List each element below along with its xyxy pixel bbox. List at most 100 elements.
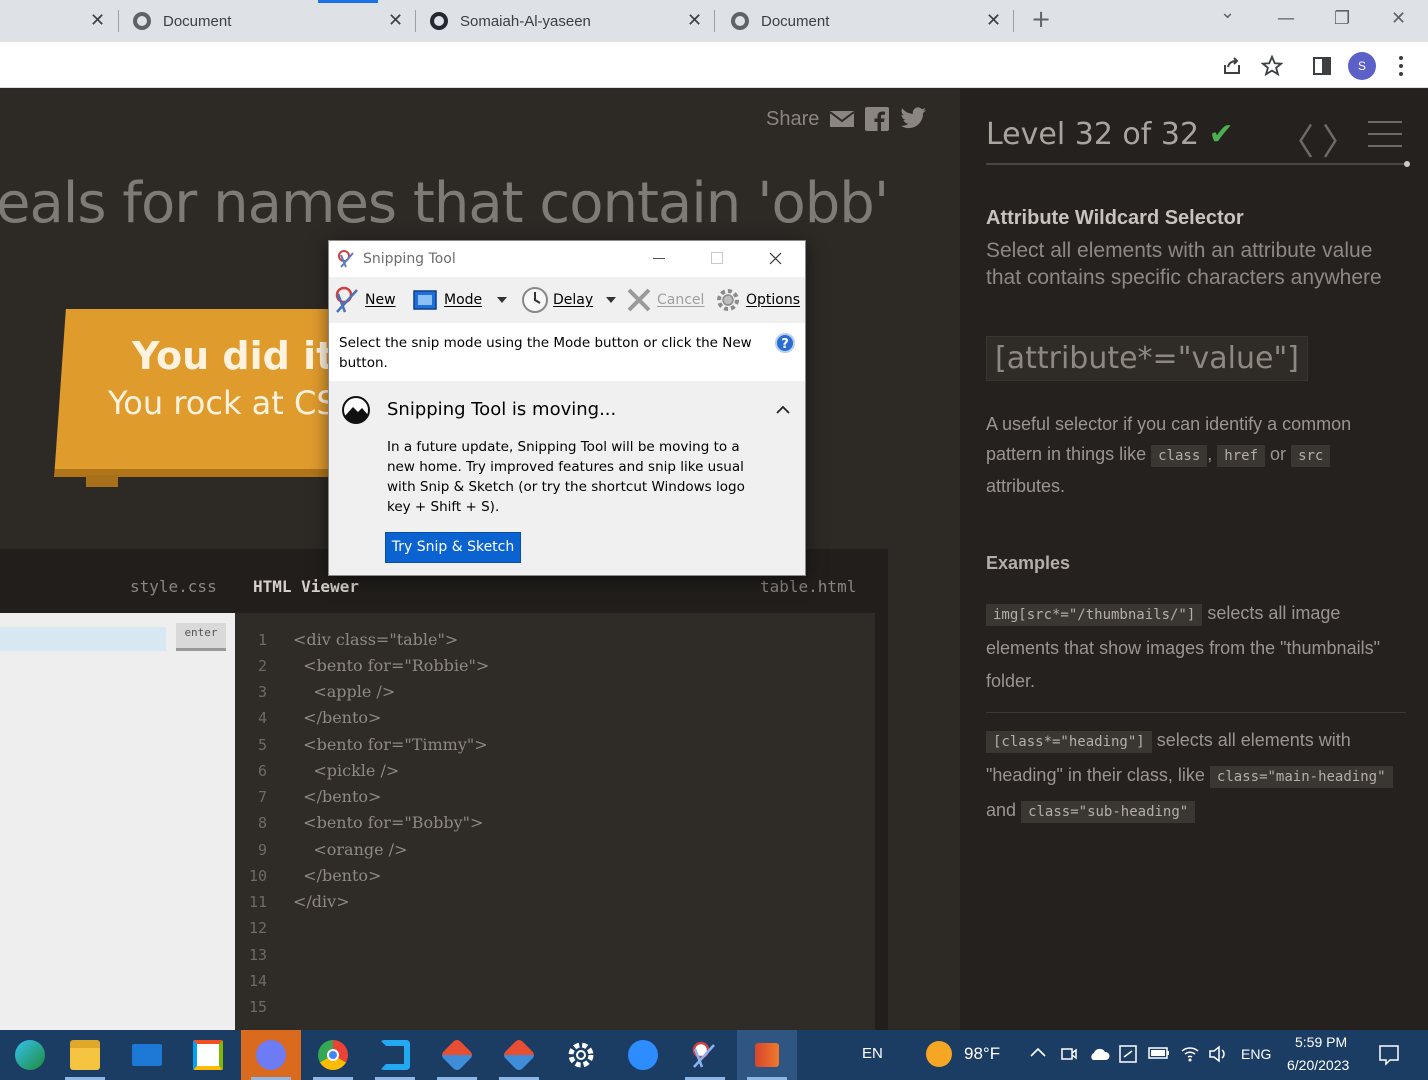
tab-close-icon[interactable]: ✕	[90, 10, 105, 31]
tab-table-html: table.html	[760, 577, 857, 596]
clock-icon	[522, 287, 548, 313]
enter-button[interactable]: enter	[176, 623, 226, 651]
banner-leg	[86, 475, 118, 487]
selector-syntax: [attribute*="value"]	[986, 336, 1308, 381]
minimize-button[interactable]: —	[1277, 8, 1295, 29]
tab-document-1[interactable]: Document	[133, 0, 231, 42]
input-indicator[interactable]: EN	[862, 1045, 883, 1062]
mail-icon[interactable]	[829, 109, 855, 129]
sidebar-icon[interactable]	[1312, 56, 1332, 76]
example-2: [class*="heading"] selects all elements …	[986, 724, 1406, 829]
volume-icon[interactable]	[1208, 1045, 1228, 1063]
cancel-button: Cancel	[657, 292, 705, 308]
prev-level-button[interactable]: 〈	[1278, 113, 1314, 165]
twitter-icon[interactable]	[899, 107, 927, 131]
snipping-tool-icon[interactable]	[675, 1030, 735, 1080]
mode-button[interactable]: Mode	[444, 292, 482, 308]
code-line: </div>	[293, 892, 350, 911]
mail-icon[interactable]	[117, 1030, 177, 1080]
line-number: 2	[257, 657, 267, 675]
css-selector-input[interactable]	[0, 627, 166, 651]
address-bar[interactable]	[0, 42, 1428, 88]
snip-close-button[interactable]	[769, 252, 782, 265]
share-icon[interactable]	[1221, 55, 1243, 77]
tab-label: Document	[761, 12, 830, 30]
selector-name: Attribute Wildcard Selector	[986, 207, 1244, 229]
level-progress-dot	[1404, 161, 1410, 167]
css-editor-pane: enter	[0, 613, 235, 1030]
avatar[interactable]: S	[1348, 52, 1376, 80]
line-number: 5	[257, 736, 267, 754]
snip-maximize-button	[711, 252, 723, 264]
new-tab-button[interactable]: +	[1031, 5, 1051, 33]
tab-label: Somaiah-Al-yaseen	[460, 12, 591, 30]
code-line: <bento for="Bobby">	[293, 813, 484, 832]
examples-title: Examples	[986, 553, 1071, 573]
display-icon[interactable]	[1118, 1044, 1138, 1064]
language-indicator[interactable]: ENG	[1241, 1046, 1271, 1062]
battery-icon[interactable]	[1148, 1046, 1170, 1060]
line-number: 9	[257, 841, 267, 859]
meet-now-icon[interactable]	[1060, 1045, 1078, 1063]
discord-icon[interactable]	[241, 1030, 301, 1080]
onedrive-icon[interactable]	[1088, 1045, 1110, 1063]
clock-date[interactable]: 6/20/2023	[1287, 1057, 1349, 1073]
selector-description: Select all elements with an attribute va…	[986, 239, 1382, 289]
line-number: 4	[257, 709, 267, 727]
line-number: 7	[257, 788, 267, 806]
notification-icon[interactable]	[1378, 1044, 1400, 1066]
line-number: 8	[257, 814, 267, 832]
chrome-icon[interactable]	[303, 1030, 363, 1080]
restore-button[interactable]: ❐	[1334, 8, 1350, 29]
mode-icon	[413, 290, 437, 310]
code-line: <orange />	[293, 840, 408, 859]
vscode-icon[interactable]	[365, 1030, 425, 1080]
line-number: 13	[248, 946, 267, 964]
selector-hint: A useful selector if you can identify a …	[986, 409, 1406, 501]
help-icon[interactable]: ?	[775, 333, 795, 353]
settings-icon[interactable]	[551, 1030, 611, 1080]
share-bar: Share	[766, 107, 927, 131]
clock-time[interactable]: 5:59 PM	[1295, 1034, 1347, 1050]
git-icon[interactable]	[427, 1030, 487, 1080]
moving-notice: Snipping Tool is moving... In a future u…	[329, 381, 805, 575]
edge-icon[interactable]	[0, 1030, 60, 1080]
git-icon[interactable]	[489, 1030, 549, 1080]
mode-dropdown-icon[interactable]	[497, 297, 507, 303]
github-icon	[430, 12, 448, 30]
menu-dots-icon[interactable]	[1396, 55, 1406, 77]
tab-document-2[interactable]: Document	[731, 0, 829, 42]
file-explorer-icon[interactable]	[55, 1030, 115, 1080]
new-button[interactable]: New	[365, 292, 396, 308]
tab-search-dropdown[interactable]: ⌄	[1220, 2, 1235, 23]
wifi-icon[interactable]	[1180, 1044, 1200, 1062]
code-line: </bento>	[293, 787, 382, 806]
store-icon[interactable]	[178, 1030, 238, 1080]
tab-github[interactable]: Somaiah-Al-yaseen	[430, 0, 591, 42]
app-icon[interactable]	[737, 1030, 797, 1080]
tab-close-icon[interactable]: ✕	[986, 10, 1001, 31]
zoom-icon[interactable]	[613, 1030, 673, 1080]
try-snip-sketch-button[interactable]: Try Snip & Sketch	[385, 532, 521, 563]
line-number: 14	[248, 972, 267, 990]
level-menu-icon[interactable]	[1368, 121, 1402, 157]
collapse-chevron-icon[interactable]	[776, 405, 790, 414]
tab-close-icon[interactable]: ✕	[687, 10, 702, 31]
close-window-button[interactable]: ✕	[1391, 8, 1406, 29]
snip-sketch-icon	[342, 396, 370, 424]
next-level-button[interactable]: 〉	[1322, 113, 1358, 165]
code-line: </bento>	[293, 866, 382, 885]
line-number: 10	[248, 867, 267, 885]
line-number: 3	[257, 683, 267, 701]
chevron-up-icon[interactable]	[1030, 1047, 1046, 1057]
weather-icon[interactable]	[926, 1041, 952, 1067]
tab-close-icon[interactable]: ✕	[388, 10, 403, 31]
delay-dropdown-icon[interactable]	[606, 297, 616, 303]
star-icon[interactable]	[1261, 55, 1283, 77]
weather-temp[interactable]: 98°F	[964, 1044, 1000, 1064]
facebook-icon[interactable]	[865, 107, 890, 131]
delay-button[interactable]: Delay	[553, 292, 593, 308]
options-button[interactable]: Options	[746, 292, 800, 308]
options-gear-icon	[717, 289, 739, 311]
snip-minimize-button[interactable]	[653, 258, 665, 259]
